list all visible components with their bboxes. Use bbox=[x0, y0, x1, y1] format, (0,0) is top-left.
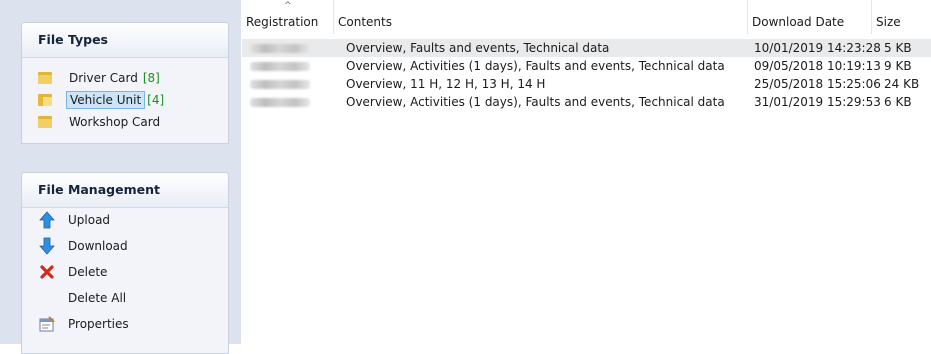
upload-label: Upload bbox=[68, 213, 111, 227]
upload-button[interactable]: Upload bbox=[38, 209, 110, 231]
column-header-contents[interactable]: Contents bbox=[334, 0, 748, 34]
delete-button[interactable]: Delete bbox=[38, 261, 107, 283]
file-type-label: Driver Card bbox=[69, 71, 138, 85]
cell-contents: Overview, Faults and events, Technical d… bbox=[346, 41, 610, 55]
column-header-label: Registration bbox=[246, 15, 319, 29]
download-arrow-icon bbox=[38, 237, 56, 255]
table-row[interactable]: Overview, Faults and events, Technical d… bbox=[242, 39, 931, 57]
file-type-count: [4] bbox=[147, 93, 165, 107]
file-types-panel: File Types Driver Card [8] Vehicle Unit … bbox=[21, 22, 229, 144]
file-type-vehicle-unit[interactable]: Vehicle Unit [4] bbox=[38, 89, 164, 111]
registration-redacted bbox=[250, 80, 310, 89]
column-header-size[interactable]: Size bbox=[872, 0, 931, 34]
column-header-label: Download Date bbox=[752, 15, 845, 29]
cell-size: 6 KB bbox=[884, 95, 912, 109]
upload-arrow-icon bbox=[38, 211, 56, 229]
cell-download-date: 10/01/2019 14:23:28 bbox=[754, 41, 881, 55]
file-type-label: Workshop Card bbox=[69, 115, 161, 129]
file-type-driver-card[interactable]: Driver Card [8] bbox=[38, 67, 160, 89]
sort-up-icon: ^ bbox=[284, 1, 292, 11]
cell-size: 24 KB bbox=[884, 77, 920, 91]
cell-contents: Overview, Activities (1 days), Faults an… bbox=[346, 95, 725, 109]
column-header-label: Size bbox=[876, 15, 901, 29]
column-header-label: Contents bbox=[338, 15, 392, 29]
properties-icon bbox=[38, 315, 56, 333]
cell-download-date: 09/05/2018 10:19:13 bbox=[754, 59, 881, 73]
sidebar: File Types Driver Card [8] Vehicle Unit … bbox=[0, 0, 241, 354]
file-type-count: [8] bbox=[142, 71, 160, 85]
delete-all-button[interactable]: Delete All bbox=[38, 287, 126, 309]
cell-size: 5 KB bbox=[884, 41, 912, 55]
download-button[interactable]: Download bbox=[38, 235, 128, 257]
folder-icon bbox=[38, 72, 52, 84]
file-type-label: Vehicle Unit bbox=[66, 91, 146, 109]
delete-x-icon bbox=[38, 263, 56, 281]
cell-download-date: 31/01/2019 15:29:53 bbox=[754, 95, 881, 109]
file-management-panel: File Management Upload Download Delete D… bbox=[21, 172, 229, 354]
table-row[interactable]: Overview, Activities (1 days), Faults an… bbox=[242, 57, 931, 75]
delete-all-label: Delete All bbox=[68, 291, 127, 305]
column-header-download-date[interactable]: Download Date bbox=[748, 0, 872, 34]
cell-contents: Overview, Activities (1 days), Faults an… bbox=[346, 59, 725, 73]
table-row[interactable]: Overview, 11 H, 12 H, 13 H, 14 H 25/05/2… bbox=[242, 75, 931, 93]
cell-download-date: 25/05/2018 15:25:06 bbox=[754, 77, 881, 91]
table-row[interactable]: Overview, Activities (1 days), Faults an… bbox=[242, 93, 931, 111]
open-folder-icon bbox=[38, 94, 52, 106]
column-header-bar: ^ Registration Contents Download Date Si… bbox=[242, 0, 931, 34]
file-type-workshop-card[interactable]: Workshop Card bbox=[38, 111, 163, 133]
registration-redacted bbox=[250, 44, 310, 53]
folder-icon bbox=[38, 116, 52, 128]
cell-contents: Overview, 11 H, 12 H, 13 H, 14 H bbox=[346, 77, 546, 91]
download-label: Download bbox=[68, 239, 128, 253]
registration-redacted bbox=[250, 62, 310, 71]
file-management-title: File Management bbox=[22, 173, 228, 208]
registration-redacted bbox=[250, 98, 310, 107]
blank-icon bbox=[38, 289, 56, 307]
cell-size: 9 KB bbox=[884, 59, 912, 73]
properties-label: Properties bbox=[68, 317, 129, 331]
delete-label: Delete bbox=[68, 265, 108, 279]
properties-button[interactable]: Properties bbox=[38, 313, 129, 335]
column-header-registration[interactable]: ^ Registration bbox=[242, 0, 334, 34]
file-types-title: File Types bbox=[22, 23, 228, 58]
